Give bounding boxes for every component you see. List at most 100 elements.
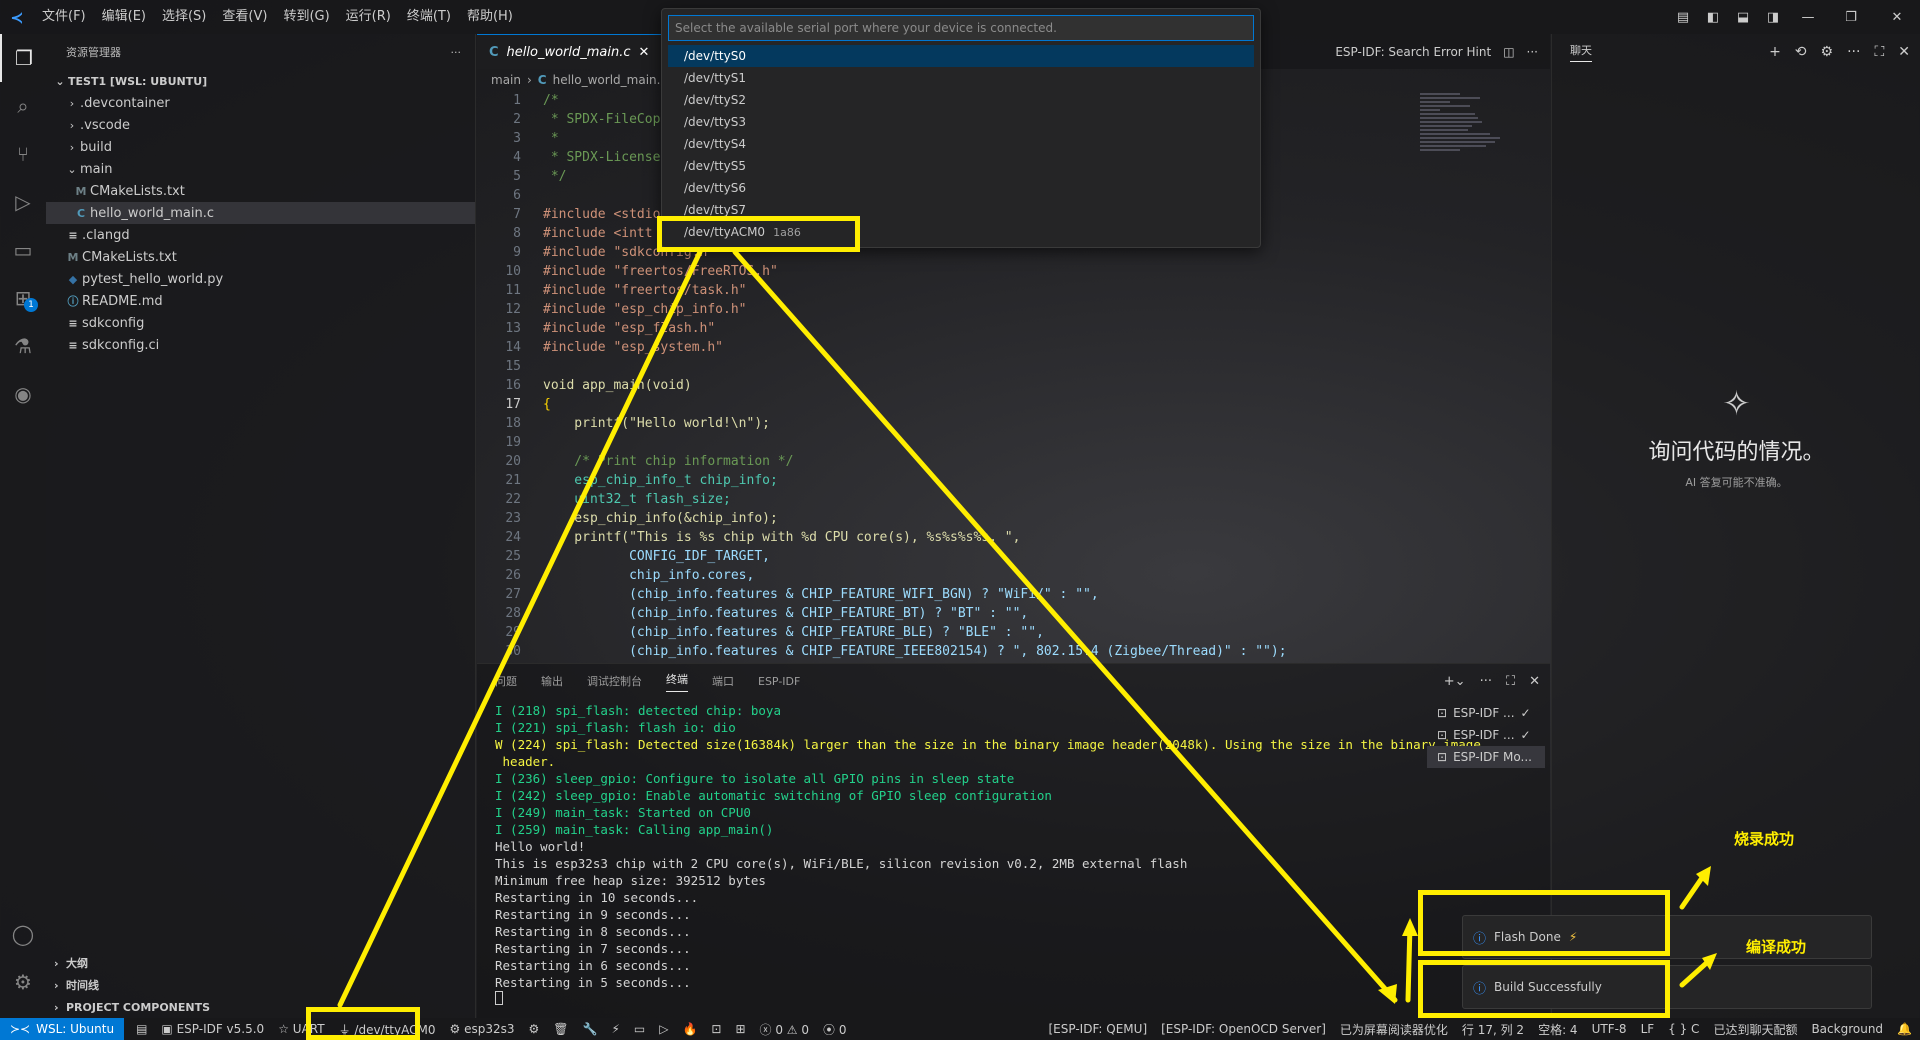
- custom-task-icon[interactable]: ⊞: [735, 1022, 745, 1036]
- terminal-instance[interactable]: ⊡ ESP-IDF Mo...: [1427, 746, 1545, 768]
- quick-pick-item[interactable]: /dev/ttyS2: [668, 89, 1254, 111]
- language-mode[interactable]: { } C: [1668, 1022, 1699, 1036]
- build-flash-monitor-icon[interactable]: 🔥: [682, 1022, 697, 1036]
- extensions-icon[interactable]: ⊞ 1: [0, 274, 46, 322]
- notifications-bell-icon[interactable]: 🔔: [1897, 1022, 1912, 1036]
- menu-edit[interactable]: 编辑(E): [94, 0, 154, 34]
- menu-run[interactable]: 运行(R): [338, 0, 399, 34]
- panel-more-icon[interactable]: ···: [1480, 674, 1492, 689]
- tab-output[interactable]: 输出: [541, 673, 563, 689]
- tree-item-vscode[interactable]: › .vscode: [46, 114, 475, 136]
- code-line[interactable]: 21 esp_chip_info_t chip_info;: [477, 471, 1550, 490]
- quick-pick-item[interactable]: /dev/ttyS3: [668, 111, 1254, 133]
- code-line[interactable]: 18 printf("Hello world!\n");: [477, 414, 1550, 433]
- tree-item-devcontainer[interactable]: › .devcontainer: [46, 92, 475, 114]
- workspace-root[interactable]: ⌄ TEST1 [WSL: UBUNTU]: [46, 70, 475, 92]
- code-line[interactable]: 30 (chip_info.features & CHIP_FEATURE_IE…: [477, 642, 1550, 661]
- explorer-icon[interactable]: ❐: [0, 34, 46, 82]
- tab-hello-world-main[interactable]: C hello_world_main.c ✕: [477, 34, 662, 69]
- new-chat-icon[interactable]: +: [1769, 44, 1781, 60]
- tab-ports[interactable]: 端口: [712, 673, 734, 689]
- search-icon[interactable]: ⌕: [0, 82, 46, 130]
- code-line[interactable]: 28 (chip_info.features & CHIP_FEATURE_BT…: [477, 604, 1550, 623]
- tree-item-pytest[interactable]: ◆ pytest_hello_world.py: [46, 268, 475, 290]
- restore-button[interactable]: ❐: [1828, 10, 1874, 25]
- code-line[interactable]: 15: [477, 357, 1550, 376]
- toggle-secondary-sidebar-icon[interactable]: ◨: [1758, 10, 1788, 25]
- close-window-button[interactable]: ✕: [1874, 10, 1920, 25]
- terminal-instance[interactable]: ⊡ ESP-IDF ... ✓: [1427, 724, 1545, 746]
- esp-idf-qemu[interactable]: [ESP-IDF: QEMU]: [1048, 1022, 1147, 1036]
- outline-section[interactable]: › 大纲: [46, 952, 476, 974]
- code-line[interactable]: 17 {: [477, 395, 1550, 414]
- code-line[interactable]: 20 /* Print chip information */: [477, 452, 1550, 471]
- toggle-panel-icon[interactable]: ⬓: [1728, 10, 1758, 25]
- tree-item-main[interactable]: ⌄ main: [46, 158, 475, 180]
- tree-item-sdkconfig[interactable]: ≡ sdkconfig: [46, 312, 475, 334]
- code-line[interactable]: 16 void app_main(void): [477, 376, 1550, 395]
- minimap[interactable]: [1420, 91, 1540, 211]
- source-control-icon[interactable]: ⑂: [0, 130, 46, 178]
- new-terminal-icon[interactable]: +⌄: [1444, 674, 1466, 689]
- menu-help[interactable]: 帮助(H): [459, 0, 521, 34]
- code-line[interactable]: 24 printf("This is %s chip with %d CPU c…: [477, 528, 1550, 547]
- menu-go[interactable]: 转到(G): [275, 0, 337, 34]
- encoding[interactable]: UTF-8: [1592, 1022, 1627, 1036]
- code-line[interactable]: 11 #include "freertos/task.h": [477, 281, 1550, 300]
- breadcrumb-folder[interactable]: main: [491, 73, 521, 87]
- minimize-button[interactable]: —: [1788, 10, 1828, 25]
- code-line[interactable]: 22 uint32_t flash_size;: [477, 490, 1550, 509]
- full-clean-icon[interactable]: 🗑: [553, 1022, 568, 1036]
- menu-terminal[interactable]: 终端(T): [399, 0, 459, 34]
- output-icon[interactable]: ▤: [136, 1022, 147, 1036]
- layout-icon[interactable]: ▤: [1668, 10, 1698, 25]
- indentation[interactable]: 空格: 4: [1538, 1021, 1578, 1038]
- code-line[interactable]: 14 #include "esp_system.h": [477, 338, 1550, 357]
- debug-icon[interactable]: ▷: [659, 1022, 668, 1036]
- tree-item-main-cmakelists[interactable]: M CMakeLists.txt: [46, 180, 475, 202]
- esp-idf-openocd[interactable]: [ESP-IDF: OpenOCD Server]: [1161, 1022, 1326, 1036]
- code-line[interactable]: 29 (chip_info.features & CHIP_FEATURE_BL…: [477, 623, 1550, 642]
- cursor-position[interactable]: 行 17, 列 2: [1462, 1021, 1524, 1038]
- remote-indicator[interactable]: ≻≺ WSL: Ubuntu: [0, 1018, 125, 1040]
- problems-indicator[interactable]: ⓧ 0 ⚠ 0: [760, 1021, 809, 1038]
- code-line[interactable]: 25 CONFIG_IDF_TARGET,: [477, 547, 1550, 566]
- tab-debug-console[interactable]: 调试控制台: [587, 673, 642, 689]
- run-debug-icon[interactable]: ▷: [0, 178, 46, 226]
- account-icon[interactable]: ◯: [0, 910, 46, 958]
- code-line[interactable]: 19: [477, 433, 1550, 452]
- chat-title[interactable]: 聊天: [1570, 42, 1592, 62]
- close-chat-icon[interactable]: ✕: [1898, 44, 1910, 60]
- tree-item-build[interactable]: › build: [46, 136, 475, 158]
- tab-problems[interactable]: 问题: [495, 673, 517, 689]
- screen-reader-optimized[interactable]: 已为屏幕阅读器优化: [1340, 1021, 1448, 1038]
- more-actions-icon[interactable]: ···: [451, 46, 462, 59]
- settings-gear-icon[interactable]: ⚙: [0, 958, 46, 1006]
- code-line[interactable]: 23 esp_chip_info(&chip_info);: [477, 509, 1550, 528]
- timeline-section[interactable]: › 时间线: [46, 974, 476, 996]
- chat-quota[interactable]: 已达到聊天配额: [1713, 1021, 1797, 1038]
- esp-idf-icon[interactable]: ◉: [0, 370, 46, 418]
- quick-pick-item[interactable]: /dev/ttyS1: [668, 67, 1254, 89]
- ports-indicator[interactable]: ⦿ 0: [823, 1021, 846, 1038]
- editor-more-icon[interactable]: ···: [1527, 45, 1538, 59]
- code-line[interactable]: 12 #include "esp_chip_info.h": [477, 300, 1550, 319]
- toggle-sidebar-icon[interactable]: ◧: [1698, 10, 1728, 25]
- testing-icon[interactable]: ⚗: [0, 322, 46, 370]
- close-panel-icon[interactable]: ✕: [1529, 674, 1540, 689]
- quick-pick-item[interactable]: /dev/ttyS0: [668, 45, 1254, 67]
- background-status[interactable]: Background: [1811, 1022, 1883, 1036]
- split-editor-icon[interactable]: ◫: [1503, 45, 1514, 59]
- remote-explorer-icon[interactable]: ▭: [0, 226, 46, 274]
- code-line[interactable]: 10 #include "freertos/FreeRTOS.h": [477, 262, 1550, 281]
- code-line[interactable]: 27 (chip_info.features & CHIP_FEATURE_WI…: [477, 585, 1550, 604]
- tab-terminal[interactable]: 终端: [666, 671, 688, 692]
- tree-item-clangd[interactable]: ≡ .clangd: [46, 224, 475, 246]
- maximize-chat-icon[interactable]: ⛶: [1874, 44, 1884, 60]
- esp-idf-search-error-hint[interactable]: ESP-IDF: Search Error Hint: [1335, 45, 1491, 59]
- menu-view[interactable]: 查看(V): [214, 0, 275, 34]
- monitor-icon[interactable]: ▭: [634, 1022, 645, 1036]
- esp-idf-version[interactable]: ▣ ESP-IDF v5.5.0: [161, 1022, 264, 1036]
- chat-more-icon[interactable]: ···: [1847, 44, 1860, 60]
- terminal-output[interactable]: I (218) spi_flash: detected chip: boya I …: [495, 702, 1481, 1012]
